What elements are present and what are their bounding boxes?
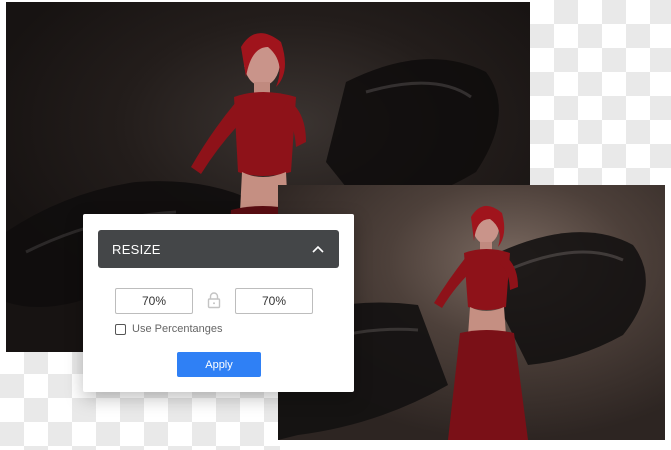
height-input[interactable]: [235, 288, 313, 314]
use-percentages-option[interactable]: Use Percentanges: [115, 323, 223, 335]
transparency-checkerboard-right: [530, 0, 671, 185]
apply-button[interactable]: Apply: [177, 352, 261, 377]
resize-panel-header[interactable]: RESIZE: [98, 230, 339, 268]
width-input[interactable]: [115, 288, 193, 314]
chevron-up-icon[interactable]: [311, 242, 325, 256]
resize-panel-title: RESIZE: [112, 241, 161, 257]
resize-panel: RESIZE Use Percentanges Apply: [83, 214, 354, 392]
use-percentages-checkbox[interactable]: [115, 323, 126, 335]
lock-icon[interactable]: [207, 291, 221, 309]
use-percentages-label: Use Percentanges: [132, 323, 223, 335]
